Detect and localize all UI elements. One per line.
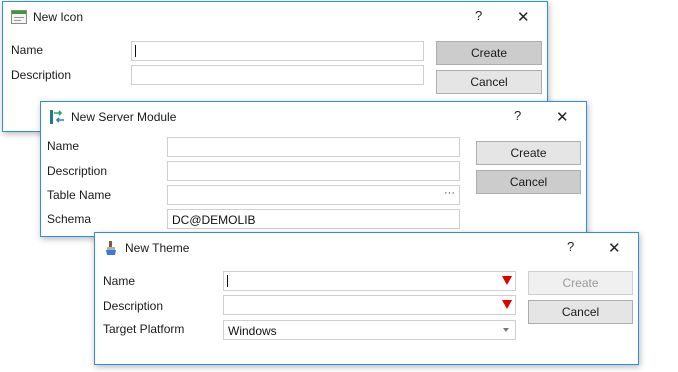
new-icon-titlebar[interactable]: New Icon ? ✕ — [3, 2, 547, 32]
create-button[interactable]: Create — [528, 271, 633, 295]
close-button[interactable]: ✕ — [556, 108, 569, 126]
name-label: Name — [47, 139, 80, 153]
required-marker-icon — [502, 300, 512, 309]
schema-input[interactable]: DC@DEMOLIB — [167, 209, 460, 229]
new-server-module-dialog: New Server Module ? ✕ Name Description T… — [40, 101, 587, 237]
name-input[interactable] — [223, 271, 516, 291]
description-label: Description — [103, 299, 164, 313]
dialog-title: New Icon — [33, 10, 84, 24]
description-input[interactable] — [223, 295, 516, 315]
name-label: Name — [11, 43, 44, 57]
server-module-icon — [50, 110, 64, 124]
required-marker-icon — [502, 276, 512, 285]
help-button[interactable]: ? — [475, 8, 482, 23]
description-label: Description — [47, 164, 108, 178]
dialog-title: New Server Module — [71, 110, 177, 124]
paint-brush-icon — [106, 241, 116, 255]
close-button[interactable]: ✕ — [608, 239, 621, 257]
help-button[interactable]: ? — [514, 108, 521, 123]
name-input[interactable] — [131, 41, 424, 61]
cancel-button[interactable]: Cancel — [436, 70, 542, 94]
help-button[interactable]: ? — [567, 239, 574, 254]
target-platform-label: Target Platform — [103, 322, 185, 336]
create-button[interactable]: Create — [476, 141, 581, 165]
cancel-button[interactable]: Cancel — [528, 300, 633, 324]
name-label: Name — [103, 274, 136, 288]
new-server-module-titlebar[interactable]: New Server Module ? ✕ — [41, 102, 586, 132]
description-input[interactable] — [131, 65, 424, 85]
new-theme-titlebar[interactable]: New Theme ? ✕ — [95, 233, 638, 263]
new-theme-dialog: New Theme ? ✕ Name Description Target Pl… — [94, 232, 639, 365]
close-button[interactable]: ✕ — [517, 8, 530, 26]
name-input[interactable] — [167, 137, 460, 157]
description-input[interactable] — [167, 161, 460, 181]
table-name-label: Table Name — [47, 188, 112, 202]
chevron-down-icon — [503, 328, 509, 332]
table-name-input[interactable]: ··· — [167, 185, 460, 205]
browse-button[interactable]: ··· — [444, 187, 455, 199]
window-icon — [11, 10, 27, 24]
schema-label: Schema — [47, 212, 92, 226]
target-platform-select[interactable]: Windows — [223, 320, 516, 340]
description-label: Description — [11, 68, 72, 82]
dialog-title: New Theme — [125, 241, 190, 255]
create-button[interactable]: Create — [436, 41, 542, 65]
cancel-button[interactable]: Cancel — [476, 170, 581, 194]
